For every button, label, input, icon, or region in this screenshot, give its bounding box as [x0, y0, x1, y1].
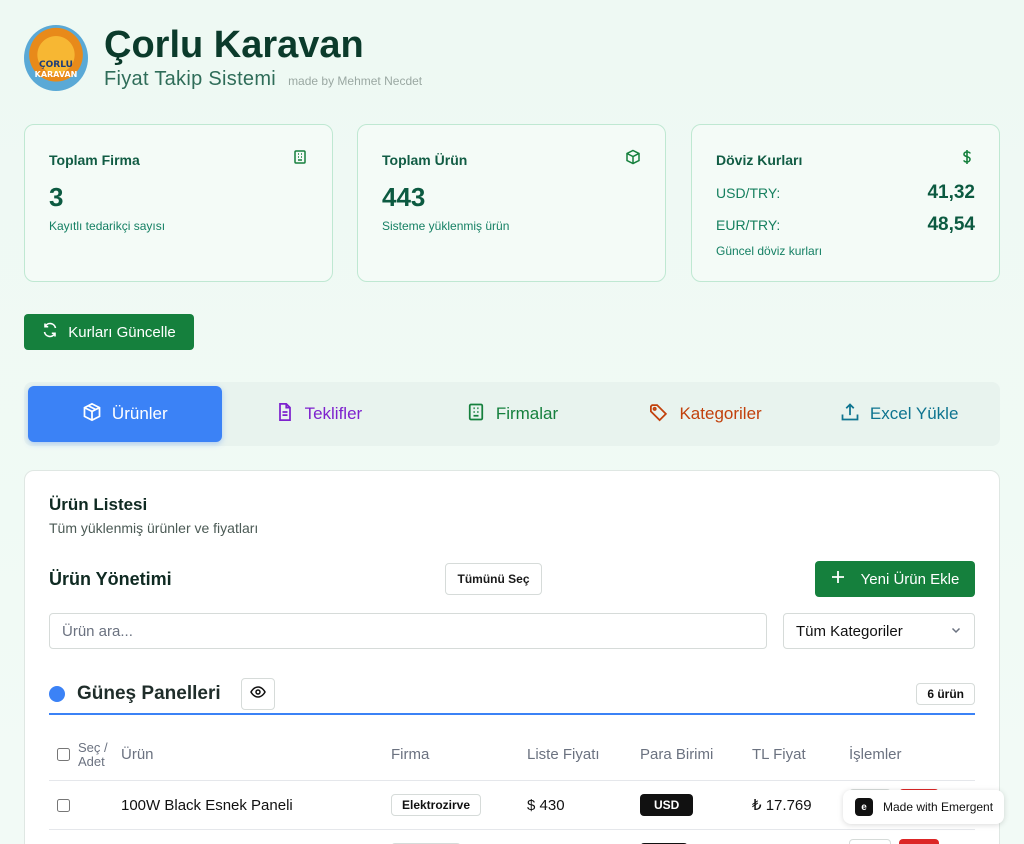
building-icon [292, 149, 308, 170]
table-row: 100W Black Esnek Paneli Elektrozirve $ 4… [49, 781, 975, 830]
stat-title: Toplam Ürün [382, 151, 468, 168]
stat-description: Güncel döviz kurları [716, 244, 823, 258]
author-credit: made by Mehmet Necdet [288, 74, 423, 88]
chevron-down-icon [950, 623, 962, 640]
management-title: Ürün Yönetimi [49, 568, 172, 589]
page-title: Çorlu Karavan [104, 24, 364, 66]
edit-button[interactable] [849, 838, 891, 844]
delete-button[interactable] [899, 838, 939, 844]
management-toolbar: Ürün Yönetimi Tümünü Seç Yeni Ürün Ekle [49, 561, 975, 597]
emergent-badge-label: Made with Emergent [883, 800, 994, 814]
category-color-dot [49, 686, 65, 702]
column-header-firm: Firma [391, 746, 430, 763]
emergent-logo-icon: e [855, 798, 873, 816]
usd-rate-value: 41,32 [927, 182, 975, 203]
company-logo: ÇORLU KARAVAN [24, 24, 88, 91]
usd-label: USD/TRY: [716, 185, 781, 201]
currency-badge: USD [640, 794, 694, 816]
eur-rate-value: 48,54 [927, 214, 975, 235]
category-select-value: Tüm Kategoriler [796, 622, 903, 640]
category-group-name: Güneş Panelleri [77, 683, 221, 704]
category-group-header: Güneş Panelleri 6 ürün [49, 675, 975, 715]
upload-icon [840, 402, 870, 427]
column-header-select: Seç / Adet [78, 739, 108, 769]
eur-label: EUR/TRY: [716, 217, 781, 233]
tab-excel-upload[interactable]: Excel Yükle [802, 386, 996, 442]
tab-label: Kategoriler [679, 404, 762, 423]
list-price: $ 430 [527, 796, 565, 814]
plus-icon [831, 570, 861, 588]
select-all-checkbox[interactable] [57, 748, 70, 761]
stat-value: 443 [382, 182, 426, 212]
search-input[interactable] [49, 613, 767, 649]
tab-label: Firmalar [495, 404, 559, 423]
toggle-visibility-button[interactable] [240, 678, 275, 710]
panel-title: Ürün Listesi [49, 495, 148, 514]
tag-icon [649, 402, 679, 427]
add-product-label: Yeni Ürün Ekle [860, 570, 960, 588]
tab-offers[interactable]: Teklifler [222, 386, 416, 442]
app-header: ÇORLU KARAVAN Çorlu Karavan Fiyat Takip … [24, 24, 422, 91]
column-header-actions: İşlemler [849, 746, 902, 763]
stat-card-rates: Döviz Kurları USD/TRY: 41,32 EUR/TRY: 48… [691, 124, 1000, 282]
tab-firms[interactable]: Firmalar [415, 386, 609, 442]
stat-card-products: Toplam Ürün 443 Sisteme yüklenmiş ürün [357, 124, 666, 282]
dollar-icon [959, 149, 975, 170]
row-checkbox[interactable] [57, 798, 70, 812]
column-header-list-price: Liste Fiyatı [527, 746, 600, 763]
update-rates-label: Kurları Güncelle [68, 323, 176, 341]
table-header: Seç / Adet Ürün Firma Liste Fiyatı Para … [49, 729, 975, 781]
made-with-emergent-badge[interactable]: e Made with Emergent [843, 790, 1004, 824]
add-product-button[interactable]: Yeni Ürün Ekle [815, 561, 975, 597]
package-icon [82, 402, 112, 427]
firm-badge: Elektrozirve [391, 794, 482, 816]
select-all-button[interactable]: Tümünü Seç [445, 563, 542, 595]
stat-card-firms: Toplam Firma 3 Kayıtlı tedarikçi sayısı [24, 124, 333, 282]
package-icon [625, 149, 641, 170]
tab-label: Teklifler [304, 404, 363, 423]
product-name: 100W Black Esnek Paneli [121, 796, 293, 814]
eye-icon [249, 684, 266, 705]
panel-subtitle: Tüm yüklenmiş ürünler ve fiyatları [49, 520, 259, 536]
tl-price: ₺ 17.769 [752, 797, 812, 814]
category-select[interactable]: Tüm Kategoriler [783, 613, 975, 649]
column-header-product: Ürün [121, 746, 154, 763]
page-subtitle: Fiyat Takip Sistemi [104, 68, 277, 90]
stat-description: Kayıtlı tedarikçi sayısı [49, 219, 166, 233]
product-list-panel: Ürün Listesi Tüm yüklenmiş ürünler ve fi… [24, 470, 1000, 844]
logo-text-top: ÇORLU [39, 59, 73, 70]
main-tabs: Ürünler Teklifler Firmalar Kategoriler E… [24, 382, 1000, 446]
logo-text-bottom: KARAVAN [34, 69, 78, 79]
stat-value: 3 [49, 182, 64, 212]
table-row [49, 830, 975, 844]
column-header-tl-price: TL Fiyat [752, 746, 806, 763]
column-header-currency: Para Birimi [640, 746, 714, 763]
document-icon [275, 402, 305, 427]
update-rates-button[interactable]: Kurları Güncelle [24, 314, 194, 350]
stat-title: Döviz Kurları [716, 151, 803, 168]
refresh-icon [42, 322, 68, 342]
building-icon [466, 402, 496, 427]
tab-label: Excel Yükle [869, 404, 959, 423]
tab-categories[interactable]: Kategoriler [609, 386, 803, 442]
tab-label: Ürünler [111, 404, 168, 423]
product-table: Seç / Adet Ürün Firma Liste Fiyatı Para … [49, 729, 975, 844]
product-count-badge: 6 ürün [916, 683, 975, 705]
stat-description: Sisteme yüklenmiş ürün [382, 219, 510, 233]
stat-title: Toplam Firma [49, 151, 140, 168]
tab-products[interactable]: Ürünler [28, 386, 222, 442]
